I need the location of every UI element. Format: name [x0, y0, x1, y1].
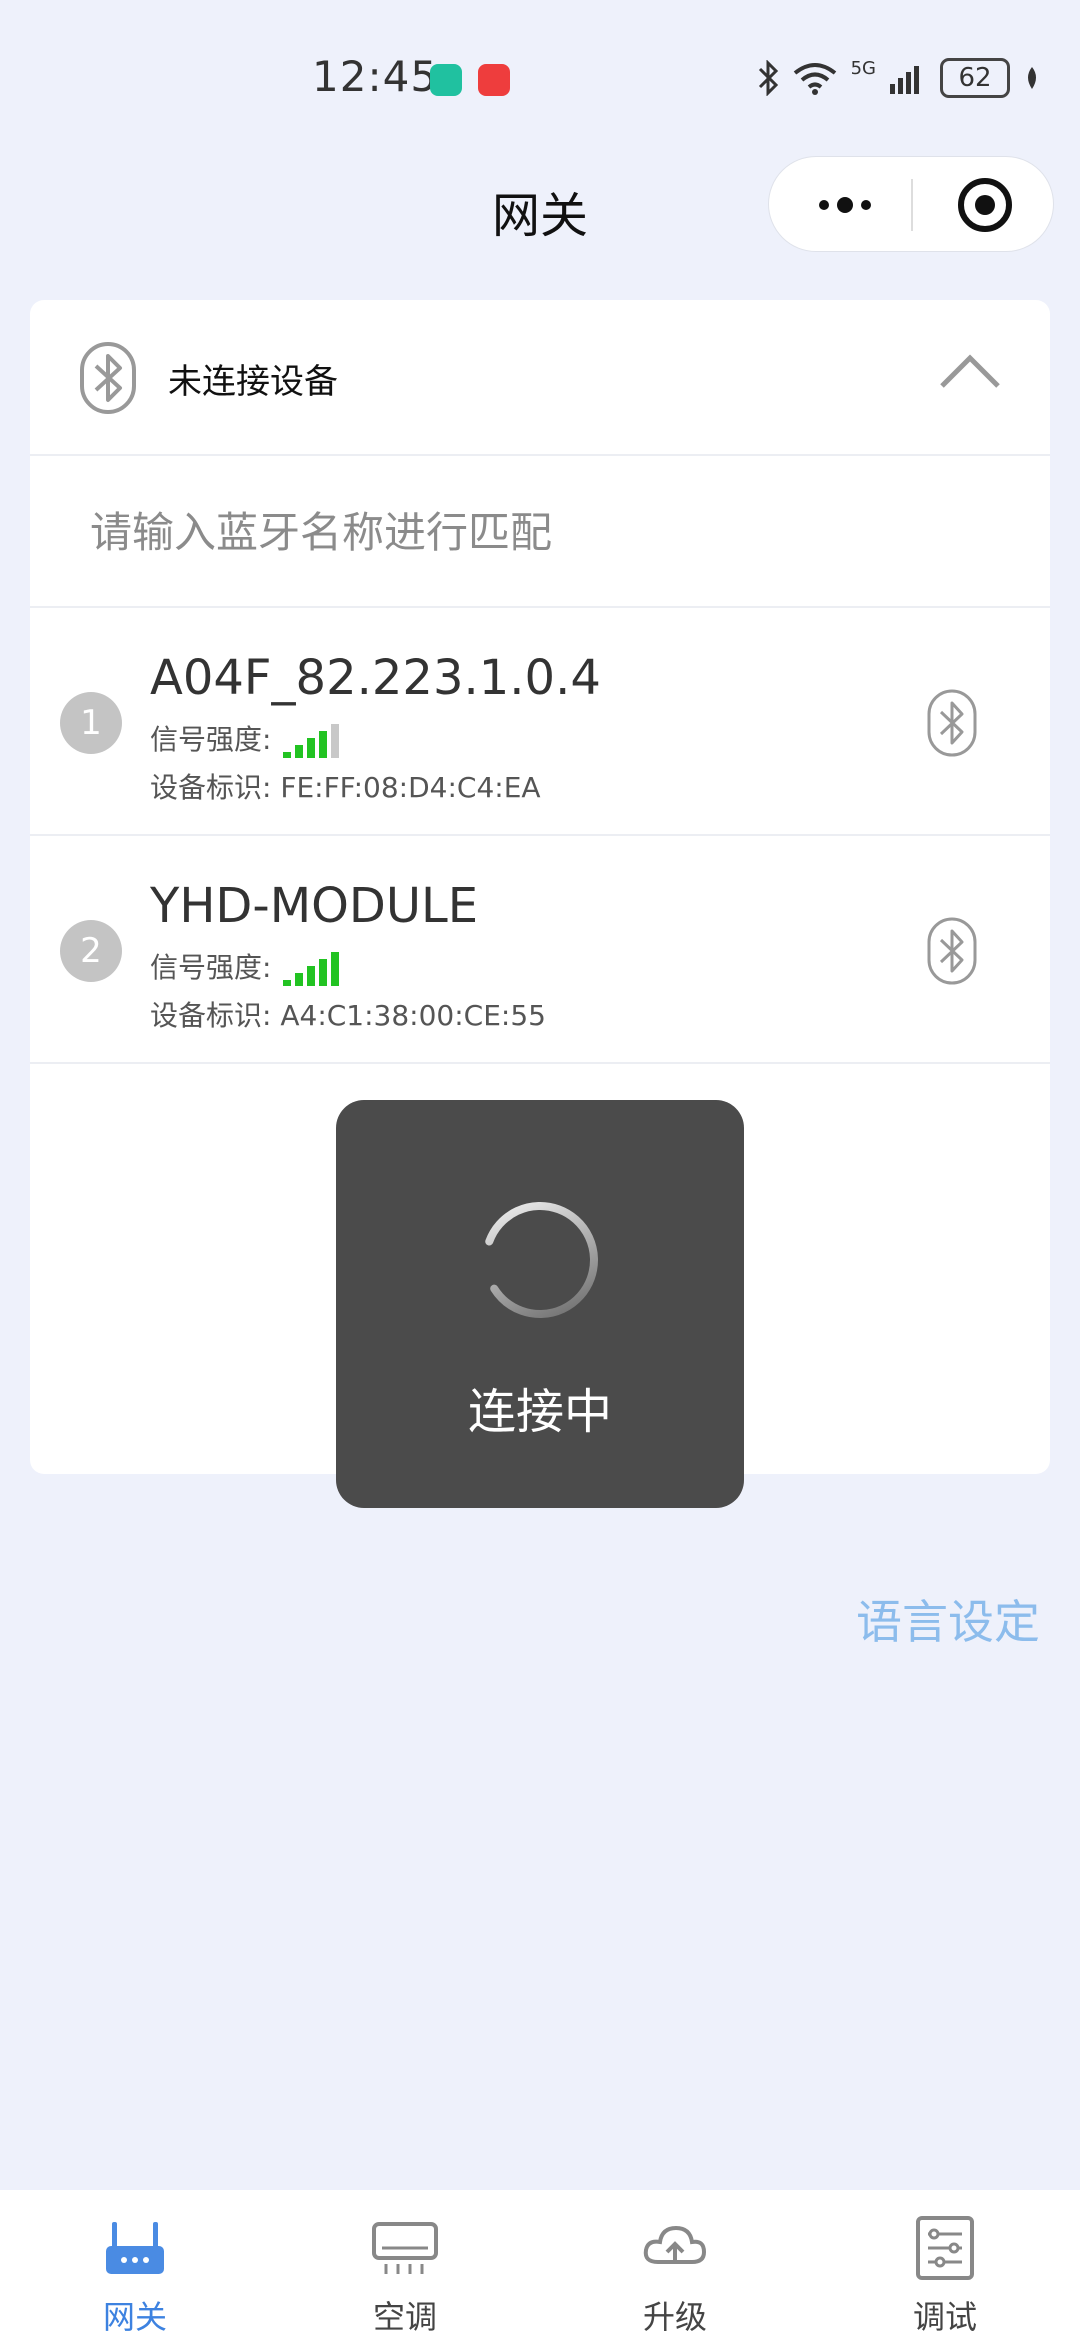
bottom-tab-bar: 网关 空调 升级 调试 — [0, 2190, 1080, 2340]
tab-label: 升级 — [642, 2298, 707, 2336]
device-identifier-label: 设备标识: — [150, 999, 272, 1032]
signal-bars-icon — [283, 952, 340, 986]
tab-air-conditioner[interactable]: 空调 — [270, 2190, 540, 2340]
signal-bar — [295, 745, 304, 758]
signal-bar — [283, 980, 292, 986]
tab-debug[interactable]: 调试 — [810, 2190, 1080, 2340]
leaf-icon — [1028, 67, 1036, 89]
bluetooth-name-search-input[interactable] — [88, 496, 992, 568]
device-list-item[interactable]: 1 A04F_82.223.1.0.4 信号强度: 设备标识: FE:FF:08… — [30, 608, 1050, 836]
bluetooth-status-icon — [758, 60, 778, 96]
signal-bar — [283, 752, 292, 758]
app-notification-icon — [478, 64, 510, 96]
status-time: 12:45 — [312, 52, 439, 101]
status-indicators: 5G 62 — [757, 58, 1040, 98]
device-mac-address: A4:C1:38:00:CE:55 — [280, 999, 546, 1032]
signal-bar — [307, 738, 316, 758]
bluetooth-connect-icon[interactable] — [926, 688, 978, 758]
device-index-badge: 1 — [60, 692, 122, 754]
dot-icon — [837, 197, 853, 213]
signal-bar — [295, 973, 304, 986]
more-options-button[interactable] — [809, 181, 881, 229]
device-identifier: 设备标识: A4:C1:38:00:CE:55 — [150, 994, 546, 1034]
battery-level: 62 — [958, 63, 992, 93]
tab-label: 调试 — [912, 2298, 977, 2336]
loading-toast: 连接中 — [336, 1100, 744, 1508]
bluetooth-connect-icon[interactable] — [926, 916, 978, 986]
app-shield-icon — [430, 64, 462, 96]
bluetooth-search — [30, 456, 1050, 608]
device-name: YHD-MODULE — [150, 878, 479, 934]
mini-program-capsule — [768, 156, 1054, 252]
dot-icon — [861, 200, 871, 210]
loading-spinner-icon — [482, 1202, 598, 1318]
device-name: A04F_82.223.1.0.4 — [150, 650, 601, 706]
connection-header[interactable]: 未连接设备 — [30, 300, 1050, 456]
debug-settings-icon — [916, 2216, 974, 2280]
device-list-item[interactable]: 2 YHD-MODULE 信号强度: 设备标识: A4:C1:38:00:CE:… — [30, 836, 1050, 1064]
capsule-divider — [911, 179, 913, 231]
network-type: 5G — [850, 57, 876, 79]
wifi-icon — [793, 63, 836, 95]
tab-gateway[interactable]: 网关 — [0, 2190, 270, 2340]
signal-strength: 信号强度: — [150, 718, 340, 758]
close-target-icon[interactable] — [957, 177, 1013, 233]
connection-status-label: 未连接设备 — [168, 362, 338, 402]
signal-bar — [307, 966, 316, 986]
signal-bar — [331, 724, 340, 758]
signal-bar — [319, 731, 328, 758]
tab-label: 空调 — [372, 2298, 437, 2336]
battery-icon: 62 — [940, 58, 1010, 98]
signal-strength-label: 信号强度: — [150, 951, 272, 984]
signal-strength: 信号强度: — [150, 946, 340, 986]
chevron-up-icon[interactable] — [938, 352, 1002, 392]
cloud-upload-icon — [643, 2225, 707, 2264]
status-bar: 12:45 5G 62 — [0, 0, 1080, 130]
language-settings-link[interactable]: 语言设定 — [856, 1586, 1040, 1652]
bluetooth-icon — [80, 342, 136, 414]
router-icon — [106, 2222, 164, 2274]
signal-bar — [319, 959, 328, 986]
device-identifier-label: 设备标识: — [150, 771, 272, 804]
device-identifier: 设备标识: FE:FF:08:D4:C4:EA — [150, 766, 541, 806]
toast-text: 连接中 — [467, 1384, 612, 1440]
dot-icon — [819, 200, 829, 210]
signal-bars-icon — [283, 724, 340, 758]
signal-bar — [331, 952, 340, 986]
air-conditioner-icon — [372, 2222, 438, 2274]
cell-signal-icon — [890, 66, 919, 94]
tab-label: 网关 — [102, 2298, 167, 2336]
tab-upgrade[interactable]: 升级 — [540, 2190, 810, 2340]
device-mac-address: FE:FF:08:D4:C4:EA — [280, 771, 541, 804]
device-index-badge: 2 — [60, 920, 122, 982]
signal-strength-label: 信号强度: — [150, 723, 272, 756]
